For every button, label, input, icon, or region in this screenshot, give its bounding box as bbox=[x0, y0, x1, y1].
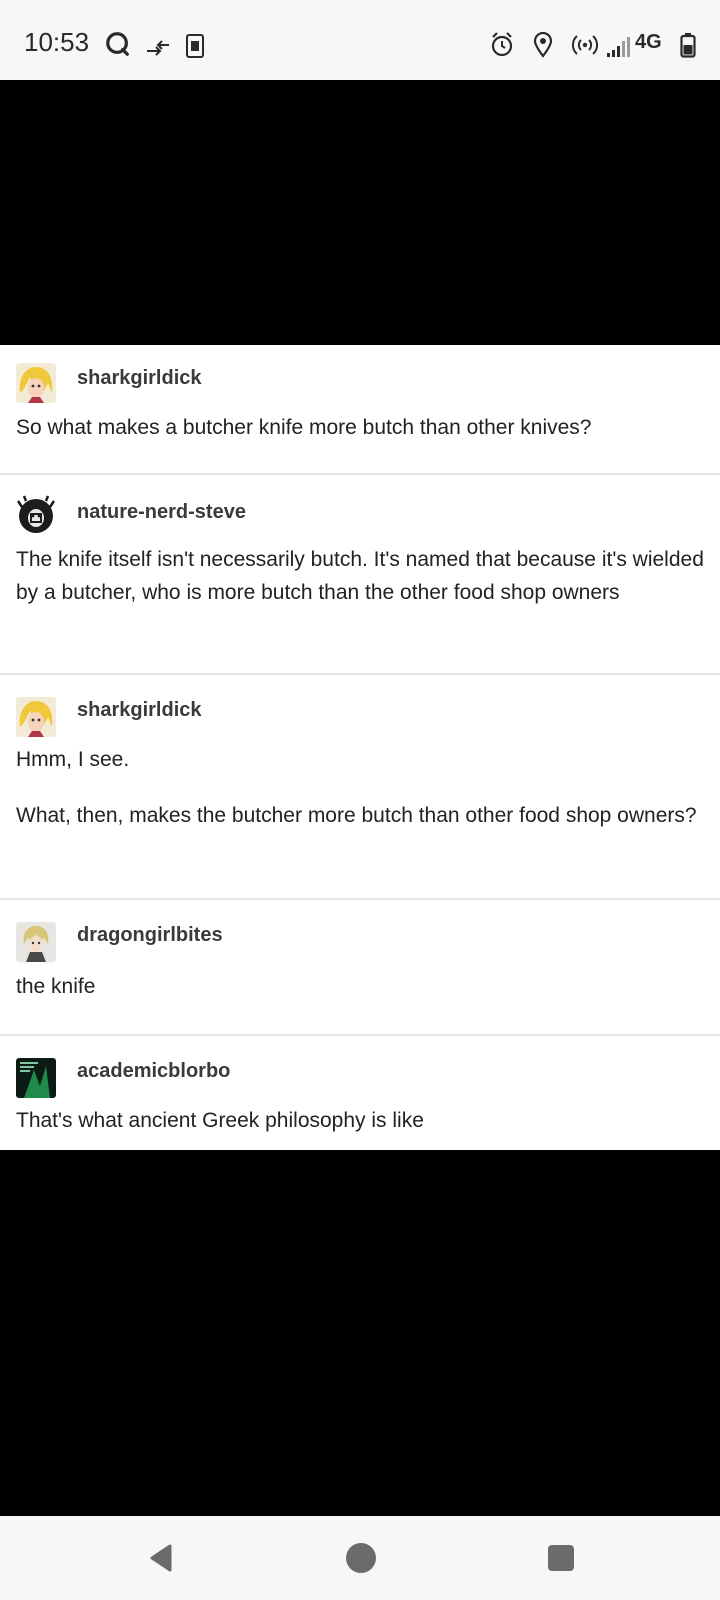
avatar[interactable] bbox=[16, 495, 56, 535]
avatar[interactable] bbox=[16, 1058, 56, 1098]
alarm-icon bbox=[491, 32, 513, 57]
avatar[interactable] bbox=[16, 922, 56, 962]
network-type-label: 4G bbox=[635, 31, 662, 53]
post-text: That's what ancient Greek philosophy is … bbox=[16, 1109, 424, 1132]
reblog-entry: sharkgirldick Hmm, I see. What, then, ma… bbox=[0, 675, 720, 900]
location-icon bbox=[533, 32, 553, 58]
username[interactable]: nature-nerd-steve bbox=[77, 501, 246, 524]
screen: 10:53 4G sharkgirldick So what makes a b… bbox=[0, 0, 720, 1600]
avatar-image bbox=[16, 495, 56, 535]
post-card: sharkgirldick So what makes a butcher kn… bbox=[0, 345, 720, 1150]
username[interactable]: academicblorbo bbox=[77, 1060, 230, 1083]
search-app-icon bbox=[106, 32, 129, 56]
black-top-area bbox=[0, 80, 720, 345]
signal-icon bbox=[607, 37, 630, 57]
data-transfer-icon bbox=[147, 40, 169, 56]
post-text: What, then, makes the butcher more butch… bbox=[16, 804, 697, 827]
avatar[interactable] bbox=[16, 697, 56, 737]
recents-button[interactable] bbox=[541, 1538, 581, 1578]
reblog-entry: dragongirlbites the knife bbox=[0, 900, 720, 1036]
username[interactable]: sharkgirldick bbox=[77, 699, 202, 722]
post-text: So what makes a butcher knife more butch… bbox=[16, 416, 592, 439]
status-bar: 10:53 4G bbox=[0, 0, 720, 80]
sim-card-icon bbox=[186, 34, 204, 58]
avatar[interactable] bbox=[16, 363, 56, 403]
status-time: 10:53 bbox=[24, 27, 90, 57]
battery-icon bbox=[680, 33, 696, 58]
navigation-bar bbox=[0, 1516, 720, 1600]
hotspot-icon bbox=[571, 35, 599, 55]
post-text: the knife bbox=[16, 975, 96, 998]
avatar-image bbox=[16, 922, 56, 962]
username[interactable]: sharkgirldick bbox=[77, 367, 202, 390]
black-bottom-area bbox=[0, 1150, 720, 1516]
avatar-image bbox=[16, 697, 56, 737]
home-button[interactable] bbox=[341, 1538, 381, 1578]
post-text: Hmm, I see. bbox=[16, 748, 130, 771]
username[interactable]: dragongirlbites bbox=[77, 924, 223, 947]
reblog-entry: nature-nerd-steve The knife itself isn't… bbox=[0, 475, 720, 675]
avatar-image bbox=[16, 363, 56, 403]
post-text: The knife itself isn't necessarily butch… bbox=[16, 548, 704, 604]
back-button[interactable] bbox=[142, 1538, 182, 1578]
reblog-entry: sharkgirldick So what makes a butcher kn… bbox=[0, 345, 720, 475]
avatar-image bbox=[16, 1058, 56, 1098]
reblog-entry: academicblorbo That's what ancient Greek… bbox=[0, 1036, 720, 1150]
